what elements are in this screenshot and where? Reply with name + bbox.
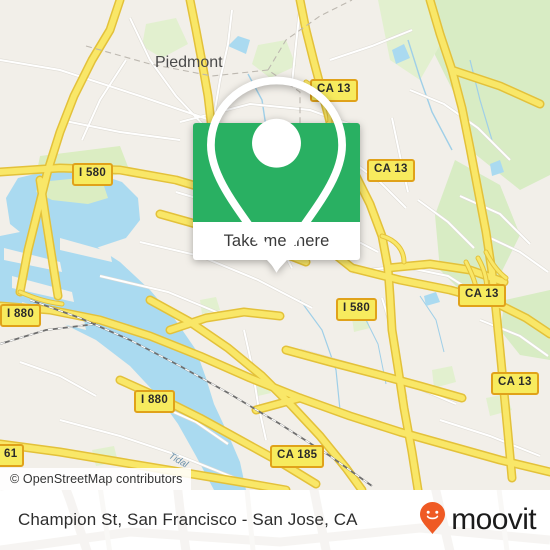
footer-bar: Champion St, San Francisco - San Jose, C… <box>0 490 550 550</box>
moovit-logo[interactable]: moovit <box>419 501 537 540</box>
popup-tail <box>266 260 287 271</box>
highway-shield-i580-west: I 580 <box>72 163 114 186</box>
moovit-smiley-pin-icon <box>419 501 446 540</box>
location-popup[interactable]: Take me there <box>193 76 360 273</box>
popup-image-area <box>193 76 360 273</box>
highway-shield-ca13-east: CA 13 <box>458 284 506 307</box>
map-pin-icon <box>193 0 360 418</box>
highway-shield-61: 61 <box>0 444 25 467</box>
map-canvas[interactable]: Piedmont Tidal CA 13 CA 13 I 580 I 880 I… <box>0 0 550 490</box>
highway-shield-ca13-southeast: CA 13 <box>491 372 539 395</box>
moovit-map-screenshot: Piedmont Tidal CA 13 CA 13 I 580 I 880 I… <box>0 0 550 550</box>
highway-shield-i880-west: I 880 <box>0 304 42 327</box>
highway-shield-ca185: CA 185 <box>270 445 325 468</box>
address-label: Champion St, San Francisco - San Jose, C… <box>18 510 358 529</box>
moovit-wordmark: moovit <box>451 503 536 536</box>
osm-attribution[interactable]: © OpenStreetMap contributors <box>0 468 191 490</box>
highway-shield-ca13-upper-right: CA 13 <box>367 159 415 182</box>
highway-shield-i880-south: I 880 <box>134 390 176 413</box>
